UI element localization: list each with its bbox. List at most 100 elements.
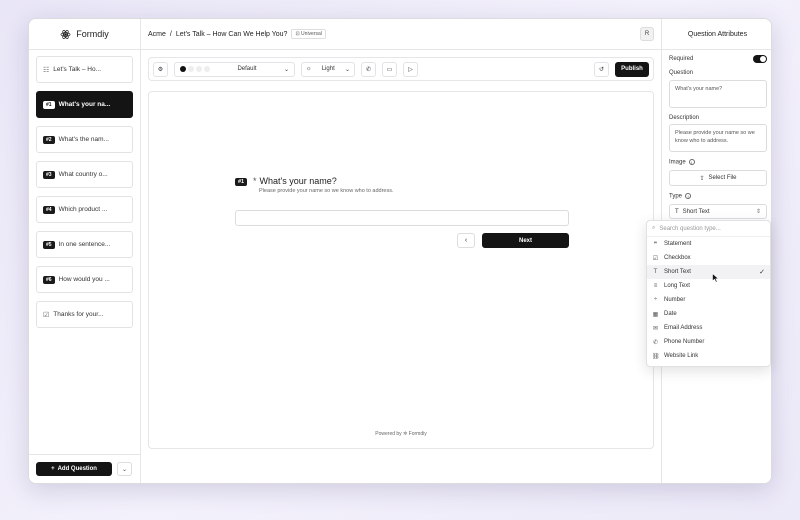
mode-select[interactable]: ☼ Light ⌄ (301, 61, 355, 77)
theme-select[interactable]: Default ⌄ (174, 61, 295, 77)
required-mark: * (253, 176, 257, 186)
type-value: Short Text (682, 208, 710, 215)
question-list: ☷ Let's Talk – Ho... #1 What's your na..… (29, 50, 140, 342)
checkbox-icon: ☑ (652, 255, 659, 262)
brand-name: Formdiy (76, 29, 109, 39)
check-icon: ✓ (759, 269, 765, 276)
quote-icon: ❞ (653, 241, 658, 248)
info-icon[interactable]: i (685, 193, 692, 199)
logo-icon: ✲ (403, 431, 408, 437)
sidebar-item-label: Thanks for your... (53, 311, 104, 318)
breadcrumb-form[interactable]: Let's Talk – How Can We Help You? (176, 31, 288, 38)
previous-button[interactable]: ‹ (457, 233, 475, 248)
question-sidebar: Formdiy ☷ Let's Talk – Ho... #1 What's y… (29, 19, 141, 483)
answer-input[interactable] (235, 210, 569, 226)
avatar[interactable]: R (640, 27, 654, 41)
add-question-button[interactable]: + Add Question (36, 462, 112, 476)
chevron-down-icon: ⌄ (121, 466, 128, 473)
chevron-down-icon: ⌄ (344, 66, 350, 73)
type-option-email[interactable]: ✉ Email Address (647, 321, 770, 335)
sidebar-item-label: Let's Talk – Ho... (53, 66, 102, 73)
type-option-number[interactable]: ÷ Number (647, 293, 770, 307)
select-file-button[interactable]: ⇪ Select File (669, 170, 767, 186)
question-label: Question (669, 70, 694, 76)
mode-label: Light (321, 66, 335, 72)
plus-icon: + (51, 466, 55, 472)
description-field[interactable]: Please provide your name so we know who … (669, 124, 767, 152)
sidebar-item-q4[interactable]: #4 Which product ... (36, 196, 133, 223)
number-icon: ÷ (653, 297, 658, 303)
thanks-icon: ☑ (43, 311, 50, 319)
sidebar-item-label: In one sentence... (58, 241, 111, 248)
text-icon: T (653, 269, 658, 275)
question-number-badge: #1 (235, 178, 248, 186)
sidebar-item-q1[interactable]: #1 What's your na... (36, 91, 133, 118)
type-label: Type i (669, 193, 692, 200)
add-options-button[interactable]: ⌄ (117, 462, 132, 476)
sidebar-item-label: What country o... (58, 171, 108, 178)
type-option-date[interactable]: ▦ Date (647, 307, 770, 321)
question-title[interactable]: * What's your name? (253, 176, 337, 186)
phone-icon: ✆ (652, 339, 659, 346)
universal-badge: ⊡ Universal (291, 29, 326, 39)
calendar-icon: ▦ (652, 311, 659, 318)
sidebar-item-label: How would you ... (58, 276, 110, 283)
sidebar-item-q3[interactable]: #3 What country o... (36, 161, 133, 188)
powered-by: Powered by ✲ Formdiy (375, 431, 427, 437)
type-option-phone[interactable]: ✆ Phone Number (647, 335, 770, 349)
type-option-checkbox[interactable]: ☑ Checkbox (647, 251, 770, 265)
question-badge: #3 (43, 170, 55, 179)
type-option-website[interactable]: ⛓ Website Link (647, 349, 770, 363)
brand[interactable]: Formdiy (29, 19, 140, 50)
sidebar-item-q2[interactable]: #2 What's the nam... (36, 126, 133, 153)
question-type-dropdown: ⌕ Search question type... ❞ Statement ☑ … (646, 220, 771, 367)
question-badge: #1 (43, 100, 55, 109)
breadcrumb-workspace[interactable]: Acme (148, 31, 166, 38)
text-icon: T (675, 208, 679, 215)
paragraph-icon: ≡ (653, 283, 658, 289)
logic-button[interactable]: ✆ (361, 61, 376, 77)
laptop-icon: ▭ (386, 66, 393, 73)
question-badge: #4 (43, 205, 55, 214)
mouse-cursor-icon (712, 273, 720, 283)
panel-title: Question Attributes (662, 19, 771, 50)
breadcrumb: Acme / Let's Talk – How Can We Help You?… (141, 19, 661, 50)
info-icon[interactable]: i (688, 159, 695, 165)
question-description[interactable]: Please provide your name so we know who … (259, 188, 394, 194)
phone-icon: ✆ (365, 66, 372, 73)
question-badge: #2 (43, 135, 55, 144)
theme-swatches (180, 66, 210, 72)
description-label: Description (669, 115, 700, 121)
sidebar-item-thanks[interactable]: ☑ Thanks for your... (36, 301, 133, 328)
sidebar-item-q5[interactable]: #5 In one sentence... (36, 231, 133, 258)
required-toggle[interactable] (753, 55, 767, 63)
type-search-input[interactable]: ⌕ Search question type... (647, 221, 770, 237)
upload-icon: ⇪ (699, 175, 705, 182)
sidebar-item-q6[interactable]: #6 How would you ... (36, 266, 133, 293)
question-badge: #6 (43, 275, 55, 284)
mail-icon: ✉ (652, 325, 659, 332)
publish-button[interactable]: Publish (615, 61, 649, 77)
breadcrumb-separator: / (169, 30, 172, 38)
preview-device-button[interactable]: ▭ (382, 61, 397, 77)
type-select[interactable]: T Short Text ⇕ (669, 204, 767, 219)
play-button[interactable]: ▷ (403, 61, 418, 77)
gear-icon: ⚙ (157, 66, 164, 73)
theme-label: Default (237, 66, 257, 72)
settings-button[interactable]: ⚙ (153, 61, 168, 77)
sidebar-item-welcome[interactable]: ☷ Let's Talk – Ho... (36, 56, 133, 83)
chevron-down-icon: ⌄ (283, 66, 289, 73)
question-text: What's your name? (259, 176, 337, 186)
image-label: Image i (669, 159, 695, 166)
type-option-short-text[interactable]: T Short Text ✓ (647, 265, 770, 279)
sidebar-item-label: What's the nam... (58, 136, 109, 143)
next-button[interactable]: Next (482, 233, 569, 248)
form-canvas: #1 * What's your name? Please provide you… (148, 91, 654, 449)
type-option-statement[interactable]: ❞ Statement (647, 237, 770, 251)
question-field[interactable]: What's your name? (669, 80, 767, 108)
form-icon: ☷ (43, 66, 50, 74)
history-button[interactable]: ↺ (594, 61, 609, 77)
select-file-label: Select File (708, 175, 737, 181)
search-placeholder: Search question type... (659, 225, 721, 232)
type-option-long-text[interactable]: ≡ Long Text (647, 279, 770, 293)
